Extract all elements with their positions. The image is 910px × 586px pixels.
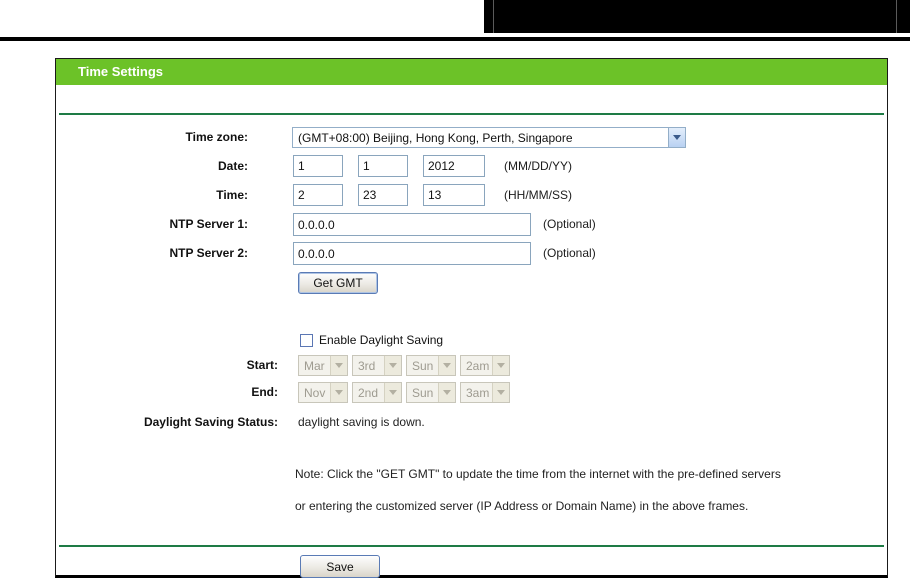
daylight-start-label: Start: [246, 358, 278, 372]
daylight-status-value: daylight saving is down. [298, 415, 425, 429]
ntp-server-2-input[interactable] [293, 242, 531, 265]
ntp-server-1-hint: (Optional) [543, 217, 596, 231]
date-label: Date: [217, 159, 248, 173]
chevron-down-icon [330, 383, 347, 402]
end-day-value: Sun [412, 385, 434, 400]
end-month-select: Nov [298, 382, 348, 403]
time-zone-label: Time zone: [185, 130, 248, 144]
top-black-divider-right [896, 0, 897, 33]
chevron-down-icon [384, 383, 401, 402]
date-year-input[interactable] [423, 155, 485, 177]
time-zone-selected-value: (GMT+08:00) Beijing, Hong Kong, Perth, S… [298, 130, 573, 145]
chevron-down-icon [330, 356, 347, 375]
time-label: Time: [216, 188, 248, 202]
top-black-divider-left [493, 0, 494, 33]
chevron-down-icon [492, 383, 509, 402]
daylight-end-label: End: [251, 385, 278, 399]
date-month-input[interactable] [293, 155, 343, 177]
enable-daylight-saving-label: Enable Daylight Saving [319, 333, 444, 347]
page-title: Time Settings [56, 59, 887, 85]
start-time-select: 2am [460, 355, 510, 376]
chevron-down-icon[interactable] [668, 128, 685, 147]
date-format-hint: (MM/DD/YY) [504, 159, 572, 173]
chevron-down-icon [384, 356, 401, 375]
end-week-value: 2nd [358, 385, 379, 400]
end-time-value: 3am [466, 385, 490, 400]
start-month-value: Mar [304, 358, 325, 373]
ntp-server-1-input[interactable] [293, 213, 531, 236]
time-zone-select[interactable]: (GMT+08:00) Beijing, Hong Kong, Perth, S… [292, 127, 686, 148]
top-separator [59, 113, 884, 115]
end-week-select: 2nd [352, 382, 402, 403]
enable-daylight-saving-checkbox[interactable] [300, 334, 313, 347]
ntp-server-2-hint: (Optional) [543, 246, 596, 260]
chevron-down-icon [438, 383, 455, 402]
end-time-select: 3am [460, 382, 510, 403]
time-minute-input[interactable] [358, 184, 408, 206]
save-button[interactable]: Save [300, 555, 380, 578]
bottom-separator [59, 545, 884, 547]
time-format-hint: (HH/MM/SS) [504, 188, 572, 202]
end-month-value: Nov [304, 385, 326, 400]
start-week-select: 3rd [352, 355, 402, 376]
note-line-1: Note: Click the "GET GMT" to update the … [295, 467, 781, 481]
start-day-value: Sun [412, 358, 434, 373]
get-gmt-button[interactable]: Get GMT [298, 272, 378, 294]
start-time-value: 2am [466, 358, 490, 373]
start-month-select: Mar [298, 355, 348, 376]
end-day-select: Sun [406, 382, 456, 403]
date-day-input[interactable] [358, 155, 408, 177]
ntp-server-1-label: NTP Server 1: [169, 217, 249, 231]
time-hour-input[interactable] [293, 184, 343, 206]
top-right-black-region [484, 0, 910, 33]
start-day-select: Sun [406, 355, 456, 376]
page-top-rule [0, 37, 910, 41]
chevron-down-icon [492, 356, 509, 375]
time-second-input[interactable] [423, 184, 485, 206]
start-week-value: 3rd [358, 358, 376, 373]
ntp-server-2-label: NTP Server 2: [169, 246, 249, 260]
daylight-status-label: Daylight Saving Status: [143, 415, 278, 429]
chevron-down-icon [438, 356, 455, 375]
note-line-2: or entering the customized server (IP Ad… [295, 499, 749, 513]
time-settings-panel: Time Settings Time zone: (GMT+08:00) Bei… [55, 58, 888, 578]
